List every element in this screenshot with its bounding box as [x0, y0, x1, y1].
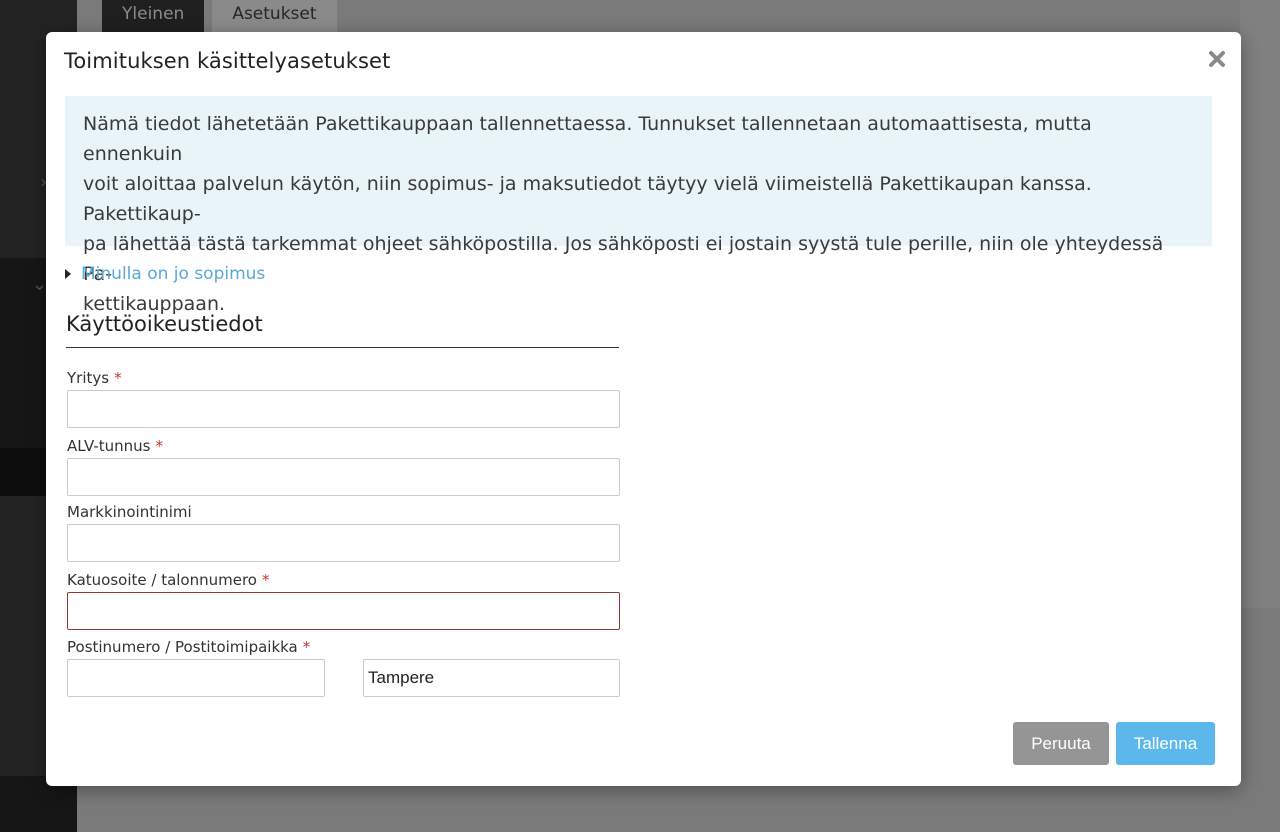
postal-label: Postinumero / Postitoimipaikka * [67, 638, 311, 656]
company-input[interactable] [67, 390, 620, 428]
tab-asetukset[interactable]: Asetukset [212, 0, 337, 32]
save-button[interactable]: Tallenna [1116, 722, 1215, 765]
background-panel [1240, 0, 1280, 608]
street-input[interactable] [67, 592, 620, 630]
section-title: Käyttöoikeustiedot [66, 312, 263, 336]
chevron-down-icon: ⌄ [32, 274, 48, 295]
required-mark: * [114, 369, 122, 387]
required-mark: * [261, 571, 270, 589]
city-input[interactable] [363, 659, 620, 697]
info-box: Nämä tiedot lähetetään Pakettikauppaan t… [65, 96, 1212, 315]
delivery-settings-modal: Toimituksen käsittelyasetukset Nämä tied… [46, 32, 1241, 786]
street-label: Katuosoite / talonnumero * [67, 571, 270, 589]
triangle-right-icon [65, 269, 71, 279]
required-mark: * [155, 437, 164, 455]
marketing-name-input[interactable] [67, 524, 620, 562]
modal-title: Toimituksen käsittelyasetukset [64, 49, 391, 73]
company-label: Yritys * [67, 369, 122, 387]
agreement-toggle-label[interactable]: Minulla on jo sopimus [81, 264, 265, 284]
marketing-name-label: Markkinointinimi [67, 503, 192, 521]
close-icon[interactable] [1206, 48, 1228, 70]
info-line: voit aloittaa palvelun käytön, niin sopi… [83, 173, 1092, 225]
tab-yleinen[interactable]: Yleinen [102, 0, 205, 32]
section-divider [66, 347, 619, 348]
vat-input[interactable] [67, 458, 620, 496]
background-tabs: Yleinen Asetukset [102, 0, 337, 32]
agreement-toggle[interactable]: Minulla on jo sopimus [65, 262, 265, 286]
vat-label: ALV-tunnus * [67, 437, 163, 455]
postcode-input[interactable] [67, 659, 325, 697]
required-mark: * [302, 638, 311, 656]
cancel-button[interactable]: Peruuta [1013, 722, 1109, 765]
info-line: Nämä tiedot lähetetään Pakettikauppaan t… [83, 113, 1092, 165]
